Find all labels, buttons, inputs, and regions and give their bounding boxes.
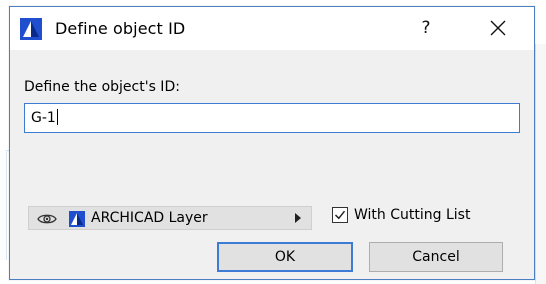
title-bar[interactable]: Define object ID ? xyxy=(10,7,534,50)
with-cutting-list-checkbox[interactable] xyxy=(332,207,348,223)
object-id-value: G-1 xyxy=(31,110,56,126)
cancel-button[interactable]: Cancel xyxy=(369,242,503,272)
archicad-app-icon xyxy=(20,18,42,40)
text-caret xyxy=(56,109,58,125)
checkmark-icon xyxy=(334,210,346,220)
close-button[interactable] xyxy=(476,13,520,43)
ok-button[interactable]: OK xyxy=(217,242,353,272)
layer-selector[interactable]: ARCHICAD Layer xyxy=(28,206,312,230)
dialog-title: Define object ID xyxy=(55,19,186,38)
with-cutting-list-label: With Cutting List xyxy=(354,207,471,223)
eye-icon[interactable] xyxy=(37,211,57,225)
screen: Define object ID ? Define the object's I… xyxy=(0,0,546,284)
define-object-id-dialog: Define object ID ? Define the object's I… xyxy=(9,6,535,280)
background-window-edge-left xyxy=(0,150,7,260)
help-button[interactable]: ? xyxy=(406,13,446,43)
submenu-arrow-icon xyxy=(295,213,301,223)
background-window-edge-right xyxy=(535,44,546,284)
object-id-input[interactable]: G-1 xyxy=(24,103,520,133)
id-field-label: Define the object's ID: xyxy=(24,79,180,95)
close-icon xyxy=(490,20,506,36)
archicad-layer-icon xyxy=(69,211,85,227)
layer-name: ARCHICAD Layer xyxy=(91,210,208,226)
